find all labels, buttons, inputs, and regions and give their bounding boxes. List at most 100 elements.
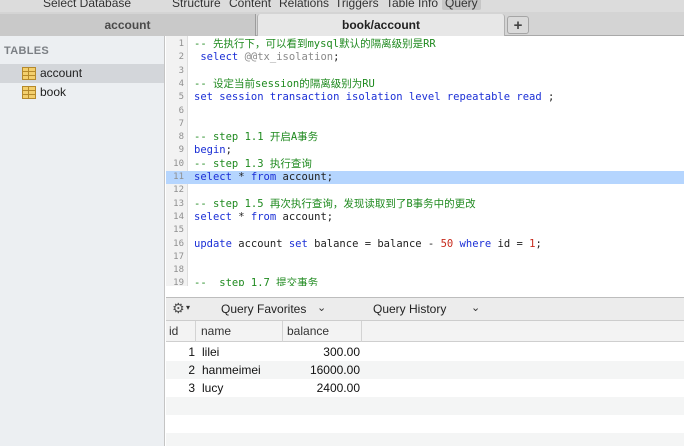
code-token: from	[250, 171, 277, 183]
cell-id[interactable]: 2	[188, 361, 195, 379]
code-line[interactable]: 3	[166, 65, 684, 78]
column-divider[interactable]	[282, 321, 283, 342]
triggers-tab[interactable]: Triggers	[335, 0, 379, 10]
code-token: select	[194, 171, 232, 183]
line-number: 19	[173, 278, 184, 286]
sidebar-item-account[interactable]: account	[0, 64, 164, 83]
cell-balance[interactable]: 16000.00	[310, 361, 360, 379]
code-line[interactable]: 4 -- 设定当前session的隔离级别为RU	[166, 78, 684, 91]
table-row[interactable]: 1 lilei 300.00	[166, 343, 684, 361]
line-number: 15	[173, 225, 184, 236]
column-divider[interactable]	[361, 321, 362, 342]
code-line[interactable]: 6	[166, 105, 684, 118]
code-line[interactable]: 18	[166, 264, 684, 277]
content-tab[interactable]: Content	[229, 0, 271, 10]
table-row[interactable]: 2 hanmeimei 16000.00	[166, 361, 684, 379]
code-token: select	[194, 210, 232, 223]
tables-sidebar: TABLES account book	[0, 36, 165, 446]
add-tab-button[interactable]: +	[507, 16, 529, 34]
line-number: 16	[173, 238, 184, 249]
column-header-name[interactable]: name	[201, 324, 231, 338]
code-token: select	[194, 51, 239, 64]
code-token: ;	[333, 51, 340, 64]
line-number: 18	[173, 265, 184, 276]
query-toolbar: ⚙ ▾ Query Favorites ⌄ Query History ⌄	[166, 297, 684, 321]
code-token: from	[250, 210, 277, 223]
code-token: ;	[535, 237, 542, 250]
gear-menu-chevron-icon[interactable]: ▾	[186, 303, 190, 312]
code-line[interactable]: 1 -- 先执行下，可以看到mysql默认的隔离级别是RR	[166, 38, 684, 51]
query-editor[interactable]: 1 -- 先执行下，可以看到mysql默认的隔离级别是RR 2 select @@t…	[166, 36, 684, 286]
cell-id[interactable]: 1	[188, 343, 195, 361]
sidebar-item-book[interactable]: book	[0, 83, 164, 102]
code-text: -- step 1.3 执行查询	[194, 158, 312, 171]
code-token: -- step 1.3 执行查询	[194, 157, 312, 170]
chevron-down-icon[interactable]: ⌄	[317, 301, 326, 314]
code-line[interactable]: 15	[166, 224, 684, 237]
code-line[interactable]: 17	[166, 251, 684, 264]
code-token: account;	[276, 210, 334, 223]
cell-balance[interactable]: 2400.00	[317, 379, 360, 397]
cell-name[interactable]: lilei	[202, 343, 219, 361]
code-line[interactable]: 9 begin;	[166, 144, 684, 157]
code-line[interactable]: 8 -- step 1.1 开启A事务	[166, 131, 684, 144]
cell-balance[interactable]: 300.00	[323, 343, 360, 361]
line-number: 14	[173, 211, 184, 222]
cell-name[interactable]: hanmeimei	[202, 361, 261, 379]
code-line[interactable]: 5 set session transaction isolation level…	[166, 91, 684, 104]
table-row[interactable]: 3 lucy 2400.00	[166, 379, 684, 397]
empty-row	[166, 397, 684, 415]
column-divider[interactable]	[195, 321, 196, 342]
code-token: set	[288, 237, 308, 250]
line-number: 8	[178, 132, 184, 143]
code-token: 50	[440, 237, 454, 250]
code-token: update	[194, 237, 232, 250]
table-icon	[22, 67, 36, 80]
line-number: 10	[173, 158, 184, 169]
line-number: 13	[173, 198, 184, 209]
code-token: -- step 1.1 开启A事务	[194, 131, 319, 144]
code-line[interactable]: 13 -- step 1.5 再次执行查询，发现读取到了B事务中的更改	[166, 198, 684, 211]
line-number: 6	[178, 105, 184, 116]
query-tab[interactable]: Query	[442, 0, 481, 10]
cell-name[interactable]: lucy	[202, 379, 223, 397]
code-line[interactable]: 16 update account set balance = balance -…	[166, 238, 684, 251]
code-line[interactable]: 2 select @@tx_isolation;	[166, 51, 684, 64]
results-table[interactable]: id name balance 1 lilei 300.00 2 hanmeimei 16…	[166, 321, 684, 446]
gear-icon[interactable]: ⚙	[172, 300, 185, 317]
tab-account[interactable]: account	[0, 14, 256, 36]
code-text: begin;	[194, 144, 232, 157]
column-header-id[interactable]: id	[169, 324, 178, 338]
line-number: 4	[178, 78, 184, 89]
code-line[interactable]: 14 select * from account;	[166, 211, 684, 224]
code-token: ;	[541, 91, 555, 104]
code-line[interactable]: 10 -- step 1.3 执行查询	[166, 158, 684, 171]
query-history-button[interactable]: Query History	[373, 302, 446, 316]
table-icon	[22, 86, 36, 99]
code-token: *	[231, 171, 251, 183]
cell-id[interactable]: 3	[188, 379, 195, 397]
code-token: begin	[194, 144, 226, 157]
tab-book-account[interactable]: book/account	[257, 14, 505, 36]
code-token: set session transaction isolation level …	[194, 91, 542, 104]
sidebar-item-label: book	[40, 85, 67, 99]
code-line[interactable]: 11 select * from account;	[166, 171, 684, 185]
line-number: 9	[178, 145, 184, 156]
code-text: select * from account;	[194, 171, 333, 184]
code-token: ;	[225, 144, 232, 157]
structure-tab[interactable]: Structure	[172, 0, 221, 10]
code-line[interactable]: 12	[166, 184, 684, 197]
code-line[interactable]: 19 -- step 1.7 提交事务	[166, 277, 684, 286]
column-header-balance[interactable]: balance	[287, 324, 329, 338]
code-line[interactable]: 7	[166, 118, 684, 131]
line-number: 17	[173, 251, 184, 262]
line-number: 3	[178, 65, 184, 76]
select-database-button[interactable]: Select Database	[43, 0, 131, 10]
code-text: -- step 1.1 开启A事务	[194, 131, 318, 144]
chevron-down-icon[interactable]: ⌄	[471, 301, 480, 314]
table-info-tab[interactable]: Table Info	[386, 0, 438, 10]
results-header: id name balance	[166, 321, 684, 342]
tables-heading: TABLES	[4, 45, 49, 57]
relations-tab[interactable]: Relations	[279, 0, 329, 10]
query-favorites-button[interactable]: Query Favorites	[221, 302, 306, 316]
